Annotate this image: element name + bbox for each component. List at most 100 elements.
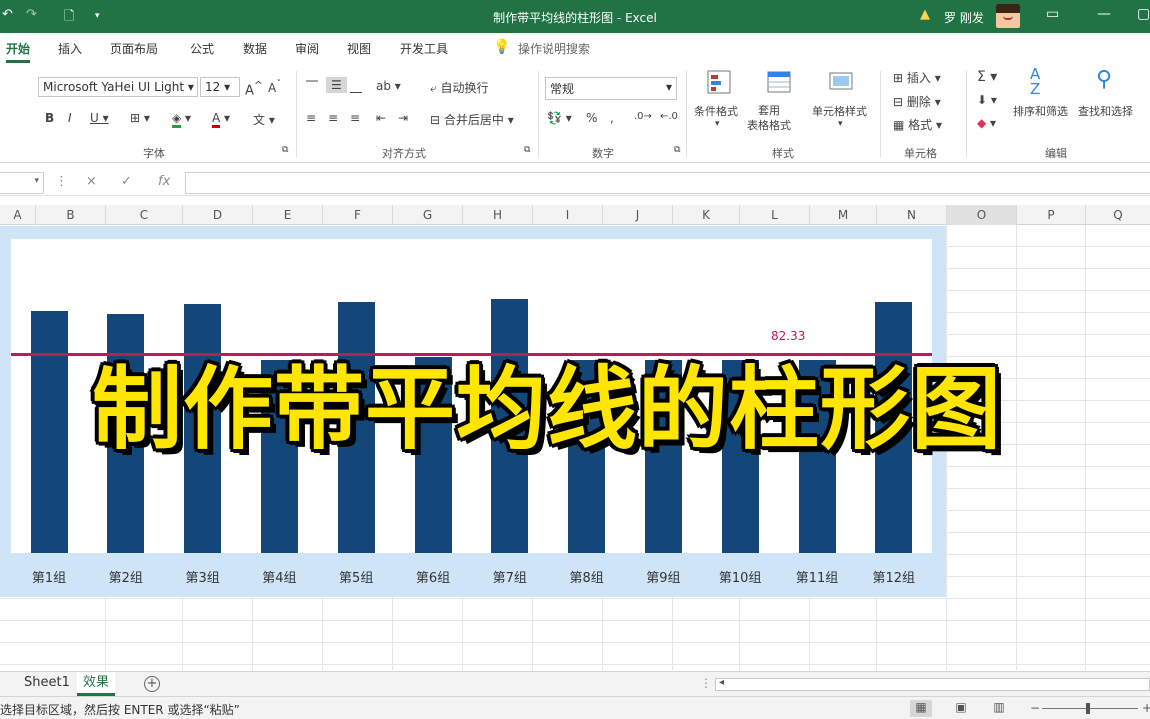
align-bottom-icon[interactable]: ⎽ [350,79,362,94]
tab-home[interactable]: 开始 [6,40,31,63]
normal-view-icon[interactable]: ▦ [910,700,932,717]
percent-style-button[interactable]: % [586,111,597,125]
table-format-icon[interactable] [766,69,792,95]
find-select-button[interactable]: 查找和选择 [1078,103,1133,119]
orientation-icon[interactable]: ab ▾ [376,79,401,93]
font-size-select[interactable]: 12 ▾ [200,77,240,97]
zoom-slider[interactable] [1042,708,1138,709]
table-format-button[interactable]: 套用 表格格式 [747,103,791,133]
italic-icon[interactable]: I [68,111,72,125]
avatar[interactable] [996,4,1020,28]
insert-cells-button[interactable]: ⊞ 插入 ▾ [893,69,941,86]
tell-me-search[interactable]: 操作说明搜索 [518,40,590,57]
column-header[interactable]: P [1017,205,1086,225]
cancel-icon[interactable]: × [86,174,97,189]
function-icon[interactable]: fx [158,174,170,189]
minimize-icon[interactable]: — [1097,6,1111,22]
column-header[interactable]: E [253,205,323,225]
ribbon-display-icon[interactable]: ▭ [1046,6,1059,22]
align-middle-icon[interactable]: ☰ [326,77,347,93]
column-header[interactable]: Q [1086,205,1150,225]
font-name-select[interactable]: Microsoft YaHei UI Light ▾ [38,77,198,97]
conditional-format-icon[interactable] [706,69,732,95]
column-header[interactable]: H [463,205,533,225]
clear-icon[interactable]: ◆ ▾ [977,116,996,130]
tab-review[interactable]: 审阅 [295,40,319,57]
shrink-font-icon[interactable]: Aˇ [268,79,281,95]
formula-input[interactable] [185,172,1150,194]
tab-page-layout[interactable]: 页面布局 [110,40,158,57]
tab-data[interactable]: 数据 [243,40,267,57]
column-header[interactable]: G [393,205,463,225]
delete-cells-button[interactable]: ⊟ 删除 ▾ [893,93,941,110]
zoom-out-icon[interactable]: − [1030,701,1040,715]
sort-filter-button[interactable]: 排序和筛选 [1013,103,1068,119]
font-color-icon[interactable]: A ▾ [212,111,230,128]
conditional-format-button[interactable]: 条件格式 [694,103,738,119]
comma-style-icon[interactable]: , [610,111,614,125]
column-header[interactable]: K [673,205,740,225]
tab-developer[interactable]: 开发工具 [400,40,448,57]
column-header[interactable]: I [533,205,603,225]
decrease-decimal-icon[interactable]: ←.0 [660,111,678,122]
column-header[interactable]: D [183,205,253,225]
underline-icon[interactable]: U ▾ [90,111,109,125]
alignment-dialog-launcher-icon[interactable]: ⧉ [524,145,530,155]
column-header[interactable]: N [877,205,947,225]
accounting-format-icon[interactable]: 💱 ▾ [547,111,572,125]
column-header[interactable]: J [603,205,673,225]
chart-bar[interactable] [30,311,68,553]
format-cells-button[interactable]: ▦ 格式 ▾ [893,116,942,133]
wrap-text-button[interactable]: ⤶ 自动换行 [430,79,489,96]
column-header[interactable]: B [36,205,106,225]
user-name[interactable]: 罗 刚发 [944,9,984,26]
align-right-icon[interactable]: ≡ [350,111,360,125]
increase-decimal-icon[interactable]: .0→ [634,111,652,122]
add-sheet-icon[interactable]: + [144,676,160,692]
column-header[interactable]: L [740,205,810,225]
column-header[interactable]: M [810,205,877,225]
cell-styles-button[interactable]: 单元格样式 [812,103,867,119]
sort-filter-icon[interactable]: AZ [1030,67,1040,97]
bold-icon[interactable]: B [45,111,54,125]
fill-icon[interactable]: ⬇ ▾ [977,93,997,107]
sheet-tab-effect[interactable]: 效果 [77,672,116,696]
enter-icon[interactable]: ✓ [121,174,132,189]
sheet-tab-sheet1[interactable]: Sheet1 [18,672,76,696]
cell-styles-icon[interactable] [828,69,854,95]
zoom-in-icon[interactable]: + [1142,701,1150,715]
number-dialog-launcher-icon[interactable]: ⧉ [674,145,680,155]
page-break-view-icon[interactable]: ▥ [988,700,1010,717]
decrease-indent-icon[interactable]: ⇤ [376,111,386,125]
fill-color-icon[interactable]: ◈ ▾ [172,111,191,128]
tab-insert[interactable]: 插入 [58,40,82,57]
category-label: 第12组 [872,571,916,586]
grow-font-icon[interactable]: A^ [245,79,263,98]
autosum-icon[interactable]: Σ ▾ [977,69,997,85]
category-label: 第10组 [718,571,762,586]
tab-view[interactable]: 视图 [347,40,371,57]
column-header[interactable]: A [0,205,36,225]
maximize-icon[interactable]: ▢ [1137,6,1150,22]
column-header-selected[interactable]: O [947,205,1017,225]
horizontal-scrollbar[interactable]: ◂ [715,677,1150,691]
font-dialog-launcher-icon[interactable]: ⧉ [282,145,288,155]
page-layout-view-icon[interactable]: ▣ [950,700,972,717]
column-header[interactable]: C [106,205,183,225]
search-icon[interactable]: ⚲ [1096,67,1112,92]
tab-formulas[interactable]: 公式 [190,40,214,57]
number-format-select[interactable]: 常规 ▾ [545,77,677,100]
merge-center-button[interactable]: ⊟ 合并后居中 ▾ [430,111,514,128]
zoom-slider-thumb[interactable] [1086,703,1090,714]
category-label: 第7组 [492,571,527,586]
border-icon[interactable]: ⊞ ▾ [130,111,150,125]
align-left-icon[interactable]: ≡ [306,111,316,125]
column-header[interactable]: F [323,205,393,225]
align-top-icon[interactable]: ⎺ [306,79,318,94]
category-label: 第6组 [415,571,451,586]
name-box[interactable]: ▾ [0,172,44,194]
warning-icon[interactable]: ▲ [920,7,930,22]
phonetic-icon[interactable]: 文 ▾ [253,111,275,128]
align-center-icon[interactable]: ≡ [328,111,338,125]
increase-indent-icon[interactable]: ⇥ [398,111,408,125]
